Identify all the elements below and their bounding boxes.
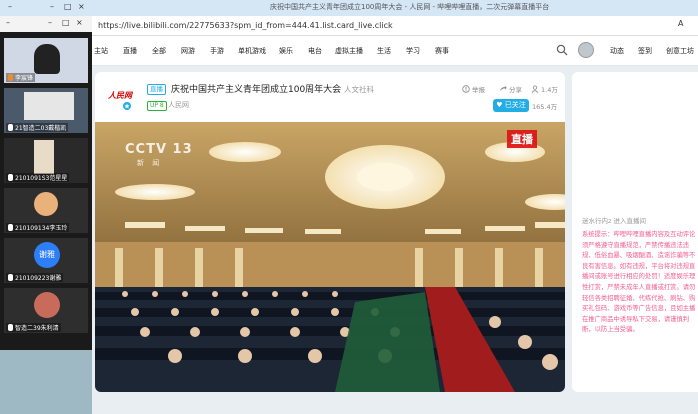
nav-item-study[interactable]: 学习 bbox=[406, 46, 420, 56]
nav-item-life[interactable]: 生活 bbox=[377, 46, 391, 56]
share-icon bbox=[500, 85, 507, 91]
video-player[interactable]: 直播 CCTV 13 新 闻 bbox=[95, 122, 565, 392]
participant-tile[interactable]: 智造二39朱利清 bbox=[4, 288, 88, 333]
room-title: 庆祝中国共产主义青年团成立100周年大会 bbox=[171, 85, 342, 95]
mic-icon bbox=[8, 224, 13, 231]
room-category[interactable]: 人文社科 bbox=[344, 84, 374, 95]
nav-item-workshop[interactable]: 创意工坊 bbox=[666, 46, 694, 56]
channel-logo: CCTV 13 bbox=[125, 142, 193, 157]
mic-icon bbox=[8, 274, 13, 281]
mic-icon bbox=[8, 124, 13, 131]
maximize-button[interactable]: □ bbox=[64, 2, 72, 11]
nav-item-main[interactable]: 主站 bbox=[94, 46, 108, 56]
participant-name: 210109134李玉玲 bbox=[6, 223, 70, 232]
svg-text:人民网: 人民网 bbox=[107, 90, 134, 100]
meeting-close-button[interactable]: × bbox=[76, 18, 83, 27]
nav-item-all[interactable]: 全部 bbox=[152, 46, 166, 56]
window-title: 庆祝中国共产主义青年团成立100周年大会 - 人民网 - 哔哩哔哩直播，二次元弹… bbox=[270, 3, 550, 11]
participant-name: 智造二39朱利清 bbox=[6, 323, 61, 332]
nav-item-esports[interactable]: 赛事 bbox=[435, 46, 449, 56]
participant-video bbox=[24, 92, 74, 120]
video-frame bbox=[95, 122, 565, 392]
background-window bbox=[0, 350, 92, 414]
share-label: 分享 bbox=[509, 86, 522, 94]
report-button[interactable]: 举报 bbox=[462, 84, 485, 94]
top-nav: 主站 直播 全部 网游 手游 单机游戏 娱乐 电台 虚拟主播 生活 学习 赛事 … bbox=[90, 36, 698, 66]
fans-count: 165.4万 bbox=[532, 103, 558, 111]
participant-tile[interactable]: 21智造二03戴楷凯 bbox=[4, 88, 88, 133]
report-icon bbox=[462, 85, 470, 93]
nav-item-live[interactable]: 直播 bbox=[123, 46, 137, 56]
person-icon bbox=[531, 85, 539, 93]
follow-button[interactable]: ♥ 已关注 bbox=[493, 99, 529, 112]
participant-avatar bbox=[34, 192, 58, 216]
participant-avatar bbox=[34, 292, 60, 318]
heart-icon: ♥ bbox=[496, 101, 503, 109]
peoples-daily-logo: 人民网 bbox=[105, 82, 135, 112]
user-enter-message: 迷水行内z 进入直播间 bbox=[582, 217, 646, 225]
participant-name: 2101091S3范星星 bbox=[6, 173, 70, 182]
system-notice: 系统提示：哔哩哔哩直播内容及互动评论须严格遵守直播规范，严禁传播违法违规、低俗血… bbox=[582, 231, 696, 334]
live-category-badge: 直播 bbox=[147, 84, 166, 95]
viewer-count-text: 1.4万 bbox=[541, 86, 558, 94]
minimize-button[interactable]: – bbox=[6, 18, 10, 27]
nav-item-dynamic[interactable]: 动态 bbox=[610, 46, 624, 56]
meeting-minimize-button[interactable]: – bbox=[48, 18, 52, 27]
address-bar[interactable]: https://live.bilibili.com/22775633?spm_i… bbox=[90, 16, 698, 36]
mic-icon bbox=[8, 74, 13, 81]
up-level-badge: UP 8 bbox=[147, 101, 167, 111]
report-label: 举报 bbox=[472, 86, 485, 94]
participant-avatar: 谢雅 bbox=[34, 242, 60, 268]
follow-label: 已关注 bbox=[504, 101, 526, 109]
meeting-toolbar: – – □ × bbox=[0, 16, 92, 32]
up-name[interactable]: 人民网 bbox=[168, 100, 189, 110]
nav-item-vtuber[interactable]: 虚拟主播 bbox=[335, 46, 363, 56]
browser-title-bar: 庆祝中国共产主义青年团成立100周年大会 - 人民网 - 哔哩哔哩直播，二次元弹… bbox=[0, 0, 698, 16]
participant-tile[interactable]: 210109134李玉玲 bbox=[4, 188, 88, 233]
share-button[interactable]: 分享 bbox=[499, 84, 522, 94]
participant-tile[interactable]: 李宸锋 bbox=[4, 38, 88, 83]
meeting-participants-panel: – – □ × 李宸锋 21智造二03戴楷凯 2101091S3范星星 2101… bbox=[0, 16, 92, 350]
nav-item-mobile-games[interactable]: 手游 bbox=[210, 46, 224, 56]
participant-video bbox=[34, 44, 60, 74]
participant-name: 21智造二03戴楷凯 bbox=[6, 123, 69, 132]
participant-tile[interactable]: 2101091S3范星星 bbox=[4, 138, 88, 183]
live-room-card: 人民网 直播 庆祝中国共产主义青年团成立100周年大会 人文社科 UP 8 人民… bbox=[95, 72, 565, 392]
participant-name: 210109223谢雅 bbox=[6, 273, 64, 282]
nav-item-radio[interactable]: 电台 bbox=[308, 46, 322, 56]
search-icon[interactable] bbox=[556, 44, 568, 56]
reader-mode-icon[interactable]: A bbox=[678, 19, 683, 28]
mic-icon bbox=[8, 174, 13, 181]
minimize-button-2[interactable]: – bbox=[50, 2, 54, 11]
channel-subtitle: 新 闻 bbox=[137, 159, 163, 167]
meeting-maximize-button[interactable]: □ bbox=[62, 18, 70, 27]
mic-icon bbox=[8, 324, 13, 331]
nav-item-single-games[interactable]: 单机游戏 bbox=[238, 46, 266, 56]
nav-item-online-games[interactable]: 网游 bbox=[181, 46, 195, 56]
live-watermark: 直播 bbox=[507, 130, 537, 148]
user-avatar[interactable] bbox=[578, 42, 594, 58]
participant-tile[interactable]: 谢雅 210109223谢雅 bbox=[4, 238, 88, 283]
chat-panel: 迷水行内z 进入直播间 系统提示：哔哩哔哩直播内容及互动评论须严格遵守直播规范，… bbox=[572, 72, 698, 392]
minimize-button[interactable]: – bbox=[8, 2, 12, 11]
viewer-count: 1.4万 bbox=[531, 84, 558, 94]
url-text[interactable]: https://live.bilibili.com/22775633?spm_i… bbox=[98, 21, 393, 30]
close-button[interactable]: × bbox=[78, 2, 85, 11]
participant-name: 李宸锋 bbox=[6, 73, 36, 82]
nav-item-entertainment[interactable]: 娱乐 bbox=[279, 46, 293, 56]
participant-video bbox=[34, 140, 54, 174]
nav-item-checkin[interactable]: 签到 bbox=[638, 46, 652, 56]
